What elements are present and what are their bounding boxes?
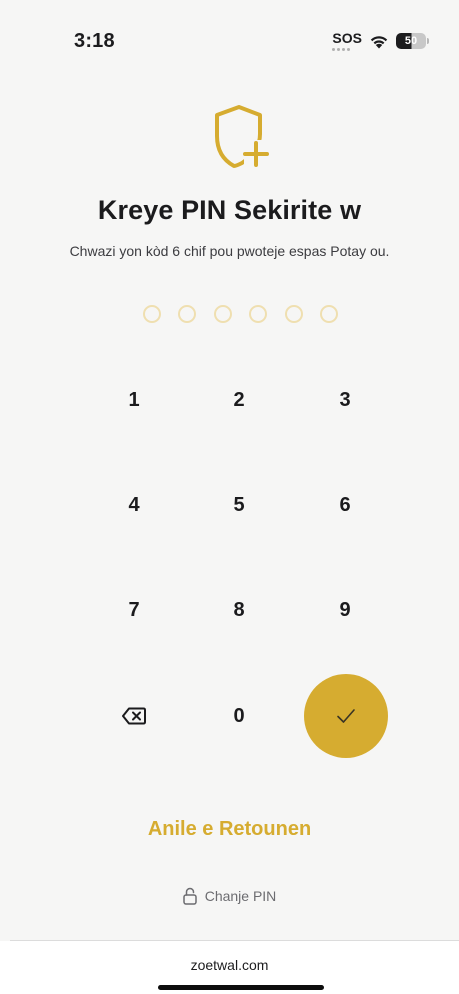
battery-icon: 50 — [396, 33, 429, 49]
key-2[interactable]: 2 — [197, 358, 281, 442]
confirm-button[interactable] — [304, 674, 388, 758]
key-6[interactable]: 6 — [303, 463, 387, 547]
signal-dots — [332, 48, 351, 51]
pin-dot — [284, 305, 303, 323]
change-pin-label: Chanje PIN — [204, 888, 277, 904]
change-pin-button[interactable]: Chanje PIN — [0, 887, 459, 905]
url-label[interactable]: zoetwal.com — [0, 957, 459, 973]
pin-dot — [249, 305, 268, 323]
key-3[interactable]: 3 — [303, 358, 387, 442]
key-1[interactable]: 1 — [92, 358, 176, 442]
key-5[interactable]: 5 — [197, 463, 281, 547]
key-9[interactable]: 9 — [303, 568, 387, 652]
checkmark-icon — [337, 709, 355, 723]
key-4[interactable]: 4 — [92, 463, 176, 547]
sos-label: SOS — [332, 30, 362, 46]
page-subtitle: Chwazi yon kòd 6 chif pou pwoteje espas … — [69, 243, 390, 259]
status-time: 3:18 — [74, 30, 115, 52]
status-icons: SOS 50 — [332, 30, 429, 52]
key-0[interactable]: 0 — [197, 674, 281, 758]
key-8[interactable]: 8 — [197, 568, 281, 652]
backspace-icon — [122, 707, 146, 725]
pin-dot — [319, 305, 338, 323]
wifi-icon — [370, 36, 388, 49]
pin-dot — [213, 305, 232, 323]
cancel-button[interactable]: Anile e Retounen — [0, 818, 459, 841]
key-7[interactable]: 7 — [92, 568, 176, 652]
pin-dot — [143, 305, 161, 323]
status-bar: 3:18 SOS 50 — [0, 0, 459, 84]
sos-indicator: SOS — [332, 31, 362, 51]
browser-bottom-bar: zoetwal.com — [0, 941, 459, 994]
home-indicator[interactable] — [158, 985, 324, 990]
backspace-button[interactable] — [92, 674, 176, 758]
page-title: Kreye PIN Sekirite w — [97, 195, 362, 225]
pin-dot — [178, 305, 197, 323]
pin-indicator — [143, 305, 338, 325]
shield-plus-icon — [215, 105, 269, 168]
battery-level: 50 — [396, 33, 426, 49]
lock-icon — [182, 887, 197, 905]
